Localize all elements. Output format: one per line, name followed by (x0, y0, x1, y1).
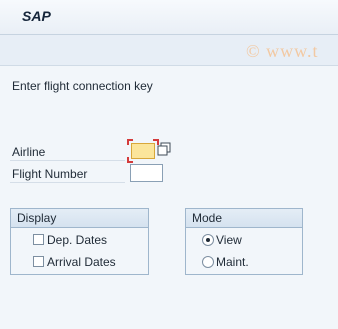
mode-group-header: Mode (186, 209, 302, 228)
app-title: SAP (22, 8, 51, 24)
airline-label: Airline (12, 145, 46, 159)
watermark: © www.t (246, 41, 319, 61)
arrival-dates-label: Arrival Dates (47, 255, 116, 269)
view-radio[interactable] (202, 234, 214, 246)
display-group-header: Display (11, 209, 148, 228)
flight-number-field[interactable] (130, 164, 163, 182)
dep-dates-label: Dep. Dates (47, 233, 108, 247)
flight-number-label-underline (10, 182, 125, 183)
airline-label-underline (10, 160, 125, 161)
required-marker-bottom-left (127, 157, 133, 163)
arrival-dates-checkbox[interactable] (33, 256, 44, 267)
display-group-title: Display (17, 211, 57, 225)
value-help-icon[interactable] (157, 142, 171, 156)
screen-area (0, 66, 338, 329)
dep-dates-checkbox[interactable] (33, 234, 44, 245)
mode-group-title: Mode (192, 211, 223, 225)
view-label: View (216, 233, 242, 247)
title-bar: SAP (0, 0, 338, 35)
airline-field[interactable] (131, 143, 155, 159)
maint-radio[interactable] (202, 256, 214, 268)
flight-number-label: Flight Number (12, 167, 88, 181)
screen-heading: Enter flight connection key (12, 79, 153, 93)
maint-label: Maint. (216, 255, 249, 269)
required-marker-top-left (127, 139, 133, 145)
